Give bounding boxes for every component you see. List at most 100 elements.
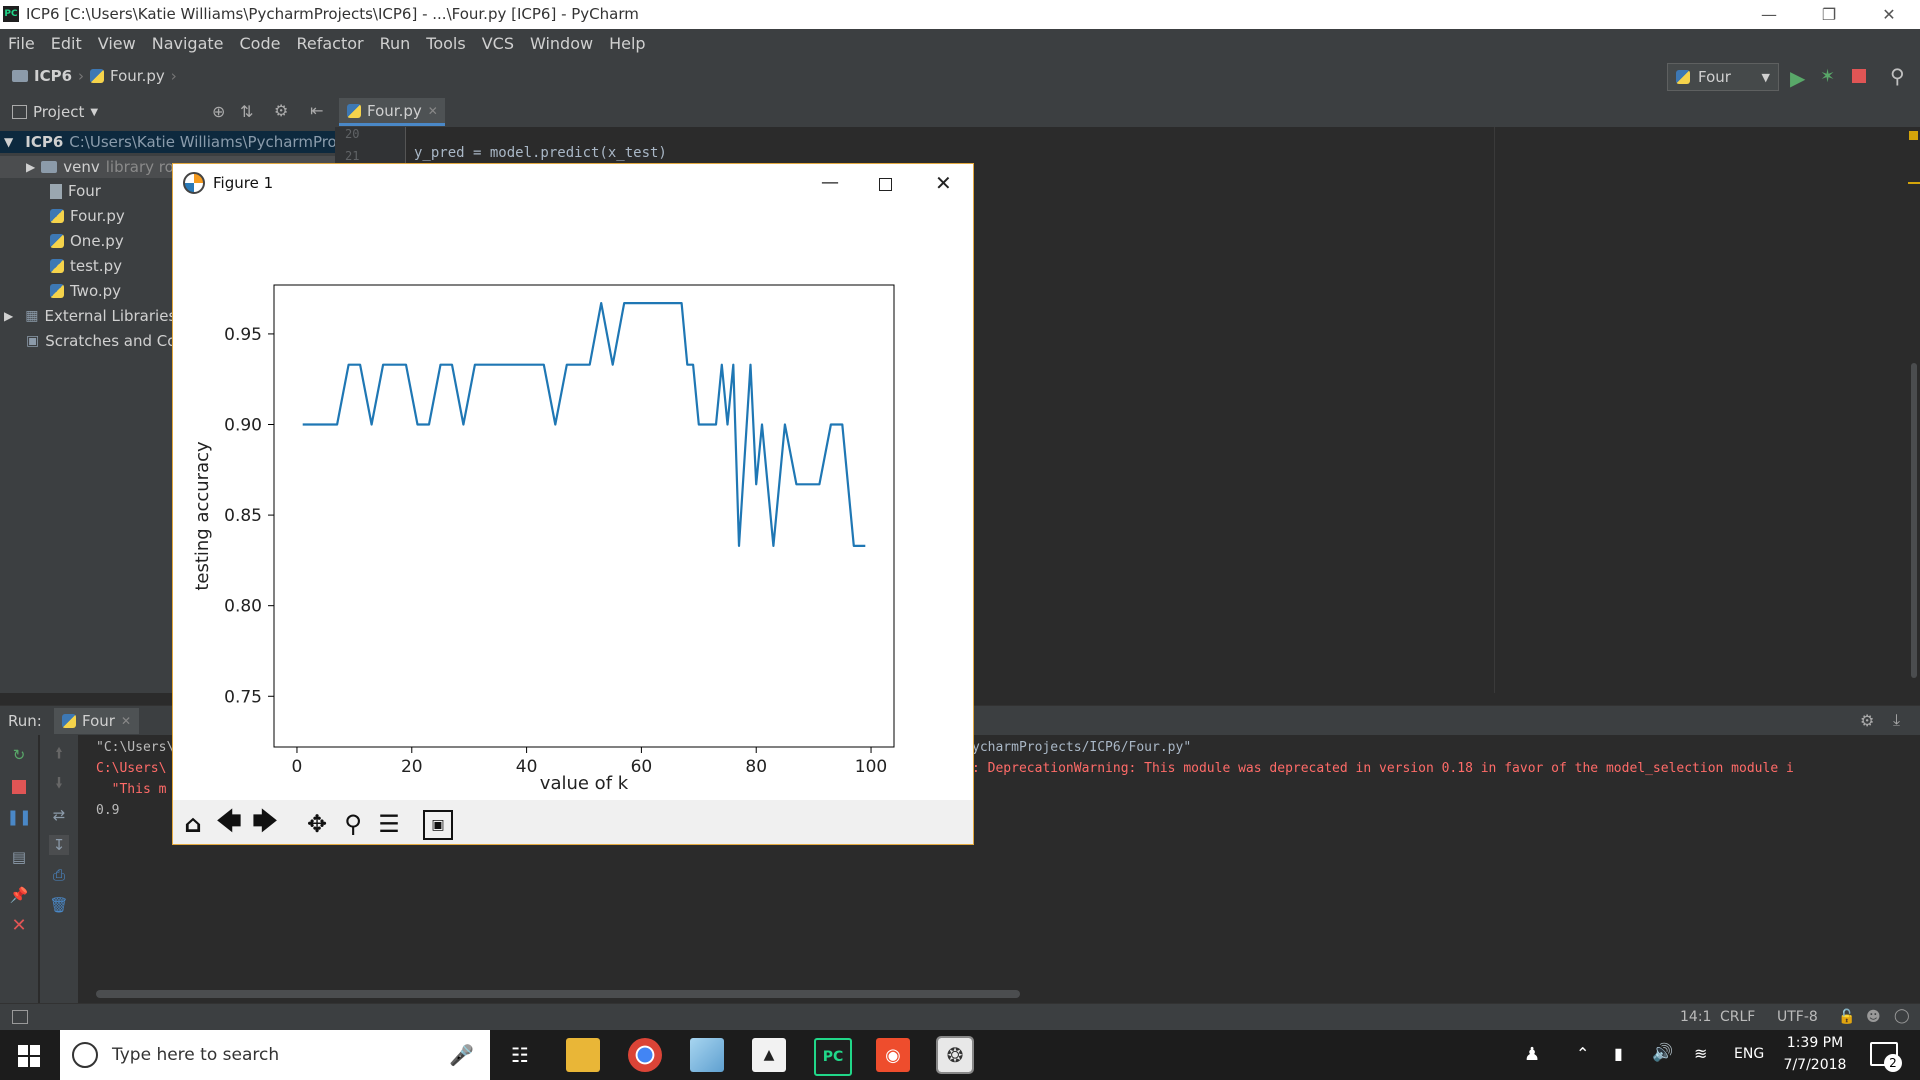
expand-arrow-icon: ▶ <box>26 160 36 174</box>
run-configuration-select[interactable]: Four ▼ <box>1667 63 1779 91</box>
stop-icon[interactable] <box>1852 69 1866 83</box>
scroll-to-end-icon[interactable]: ↧ <box>49 835 69 855</box>
tree-root-icp6[interactable]: ▼ ICP6 C:\Users\Katie Williams\PycharmPr… <box>0 131 350 153</box>
console-horizontal-scrollbar[interactable] <box>96 990 1020 998</box>
editor-vertical-scrollbar[interactable] <box>1906 127 1920 693</box>
tree-file-label: One.py <box>70 232 124 250</box>
soft-wrap-icon[interactable]: ⇄ <box>49 805 69 825</box>
clock-date[interactable]: 7/7/2018 <box>1782 1057 1848 1073</box>
save-icon[interactable]: ▣ <box>423 810 453 840</box>
taskbar-search-box[interactable]: Type here to search 🎤 <box>60 1030 490 1080</box>
trash-icon[interactable]: 🗑 <box>49 895 69 915</box>
wifi-icon[interactable]: ≋ <box>1694 1044 1707 1063</box>
pan-icon[interactable]: ✥ <box>301 808 333 840</box>
zoom-icon[interactable]: ⚲ <box>337 808 369 840</box>
menu-help[interactable]: Help <box>601 34 653 53</box>
menu-tools[interactable]: Tools <box>418 34 473 53</box>
inspector-icon[interactable]: ☻ <box>1866 1009 1881 1025</box>
pause-icon[interactable]: ❚❚ <box>6 807 31 827</box>
menu-window[interactable]: Window <box>522 34 601 53</box>
caret-position[interactable]: 14:1 <box>1680 1009 1711 1025</box>
python-file-icon <box>62 714 76 728</box>
back-arrow-icon[interactable]: 🡄 <box>213 807 245 840</box>
close-tab-icon[interactable]: ✕ <box>428 104 438 118</box>
project-view-selector[interactable]: Project ▼ <box>12 103 98 121</box>
tree-item-four-py[interactable]: Four.py <box>50 207 125 225</box>
search-everywhere-icon[interactable]: ⚲ <box>1890 64 1905 88</box>
tree-item-external-libraries[interactable]: ▶ ▦ External Libraries <box>4 307 176 325</box>
figure-minimize-button[interactable]: — <box>821 172 839 193</box>
close-window-button[interactable]: ✕ <box>1860 0 1918 29</box>
console-line: 0.9 <box>96 803 120 818</box>
figure-close-button[interactable]: ✕ <box>935 171 952 195</box>
debug-icon[interactable]: ✶ <box>1820 66 1835 87</box>
microphone-icon[interactable]: 🎤 <box>449 1043 474 1067</box>
people-icon[interactable]: ♟ <box>1524 1044 1540 1065</box>
menu-view[interactable]: View <box>90 34 144 53</box>
close-tab-icon[interactable]: ✕ <box>121 714 131 728</box>
file-explorer-icon[interactable] <box>566 1038 600 1072</box>
minimize-button[interactable]: — <box>1740 0 1798 29</box>
print-icon[interactable]: ⎙ <box>49 865 69 885</box>
locate-file-icon[interactable]: ⊕ <box>212 102 225 121</box>
chrome-icon[interactable] <box>628 1038 662 1072</box>
tool-windows-icon[interactable] <box>12 1010 28 1024</box>
tree-item-scratches[interactable]: ▣ Scratches and Cons <box>26 332 194 350</box>
breadcrumb-project[interactable]: ICP6 <box>34 67 72 85</box>
down-arrow-icon[interactable]: 🠛 <box>49 774 69 795</box>
layout-icon[interactable]: ▤ <box>9 847 29 867</box>
figure-maximize-button[interactable] <box>879 178 892 191</box>
tree-item-test-py[interactable]: test.py <box>50 257 122 275</box>
menu-navigate[interactable]: Navigate <box>144 34 232 53</box>
app-icon[interactable] <box>690 1038 724 1072</box>
hide-panel-icon[interactable]: ⇤ <box>310 101 323 120</box>
collapse-all-icon[interactable]: ⇅ <box>240 102 253 121</box>
python-file-icon <box>50 209 64 223</box>
photos-icon[interactable]: ▲ <box>752 1038 786 1072</box>
menu-file[interactable]: File <box>0 34 43 53</box>
camera-app-icon[interactable]: ◉ <box>876 1038 910 1072</box>
menu-code[interactable]: Code <box>232 34 289 53</box>
language-indicator[interactable]: ENG <box>1734 1046 1764 1062</box>
breadcrumb-file[interactable]: Four.py <box>110 67 165 85</box>
line-chart[interactable]: 0 20 40 60 80 100 0.75 0.80 0.85 0.90 0.95 value … <box>173 204 973 800</box>
x-tick-label: 100 <box>855 757 887 777</box>
scrollbar-thumb[interactable] <box>1911 363 1917 678</box>
gear-icon[interactable]: ⚙ <box>274 101 288 120</box>
close-icon[interactable]: ✕ <box>9 915 29 936</box>
lock-icon[interactable]: 🔓 <box>1838 1009 1855 1025</box>
gear-icon[interactable]: ⚙ <box>1860 711 1874 730</box>
show-hidden-icons-icon[interactable]: ⌃ <box>1576 1044 1589 1063</box>
configure-subplots-icon[interactable]: ☰ <box>373 808 405 840</box>
pycharm-taskbar-icon[interactable]: PC <box>814 1038 852 1076</box>
hide-panel-icon[interactable]: ⤓ <box>1893 710 1900 730</box>
tree-item-four[interactable]: Four <box>50 182 101 200</box>
figure-window: Figure 1 — ✕ 0 20 40 60 80 100 0.75 0.80 0.85 0.… <box>172 163 974 845</box>
tree-item-two-py[interactable]: Two.py <box>50 282 121 300</box>
task-view-icon[interactable]: ☷ <box>503 1038 537 1072</box>
volume-icon[interactable]: 🔊 <box>1652 1043 1673 1063</box>
rerun-icon[interactable]: ↻ <box>9 745 29 765</box>
stop-icon[interactable] <box>12 780 26 794</box>
restore-button[interactable]: ❐ <box>1800 0 1858 29</box>
battery-icon[interactable]: ▮ <box>1614 1044 1623 1063</box>
forward-arrow-icon[interactable]: 🡆 <box>249 807 281 840</box>
matplotlib-taskbar-icon[interactable]: ❂ <box>936 1036 974 1074</box>
run-tab-four[interactable]: Four ✕ <box>54 708 140 734</box>
file-encoding[interactable]: UTF-8 <box>1777 1009 1818 1025</box>
console-line: "This m <box>96 782 167 797</box>
up-arrow-icon[interactable]: 🠙 <box>49 744 69 765</box>
home-icon[interactable]: ⌂ <box>177 808 209 840</box>
tab-four-py[interactable]: Four.py ✕ <box>339 98 445 126</box>
windows-start-icon[interactable] <box>18 1045 40 1067</box>
menu-refactor[interactable]: Refactor <box>288 34 371 53</box>
menu-run[interactable]: Run <box>372 34 419 53</box>
run-icon[interactable]: ▶ <box>1790 66 1805 90</box>
pin-icon[interactable]: 📌 <box>9 885 29 905</box>
event-log-icon[interactable]: ◯ <box>1894 1008 1910 1024</box>
menu-edit[interactable]: Edit <box>43 34 90 53</box>
line-separator[interactable]: CRLF <box>1720 1009 1755 1025</box>
tree-item-one-py[interactable]: One.py <box>50 232 124 250</box>
menu-vcs[interactable]: VCS <box>474 34 522 53</box>
clock-time[interactable]: 1:39 PM <box>1782 1035 1848 1051</box>
